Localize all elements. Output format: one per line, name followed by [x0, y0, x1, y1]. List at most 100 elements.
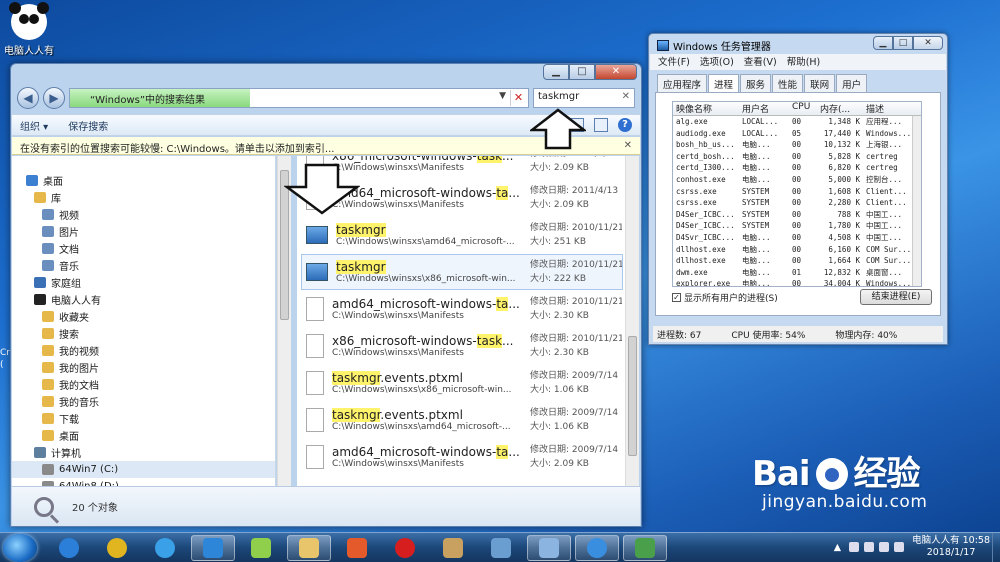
search-result-item[interactable]: taskmgr C:\Windows\winsxs\amd64_microsoft…: [301, 217, 623, 253]
column-header[interactable]: 用户名: [739, 102, 789, 115]
process-row[interactable]: D4Svr_ICBC... 电脑... 00 4,508 K 中国工...: [673, 232, 921, 244]
nav-item[interactable]: 文档: [12, 240, 275, 257]
close-button[interactable]: ✕: [595, 64, 637, 80]
menu-item[interactable]: 文件(F): [658, 54, 690, 70]
ime-icon[interactable]: [894, 542, 905, 552]
taskbar-s-app-button[interactable]: [191, 534, 235, 561]
search-result-item[interactable]: taskmgr.events.ptxml C:\Windows\winsxs\x8…: [301, 365, 623, 401]
search-result-item[interactable]: x86_microsoft-windows-task... C:\Windows\…: [301, 328, 623, 364]
nav-item[interactable]: 电脑人人有: [12, 291, 275, 308]
network-icon[interactable]: [864, 542, 875, 552]
minimize-button[interactable]: ▁: [873, 36, 893, 50]
close-infobar-icon[interactable]: ✕: [624, 140, 632, 151]
tab-5[interactable]: 用户: [836, 74, 868, 92]
menu-item[interactable]: 查看(V): [744, 54, 777, 70]
process-row[interactable]: certd_bosh... 电脑... 00 5,828 K certreg: [673, 151, 921, 163]
tab-1[interactable]: 进程: [708, 74, 740, 92]
maximize-button[interactable]: □: [893, 36, 913, 50]
nav-item[interactable]: 音乐: [12, 257, 275, 274]
address-bar[interactable]: “Windows”中的搜索结果 ▼ ✕: [69, 88, 529, 108]
taskbar-explorer-button[interactable]: [287, 534, 331, 561]
tab-3[interactable]: 性能: [772, 74, 804, 92]
search-result-item[interactable]: taskmgr C:\Windows\winsxs\x86_microsoft-w…: [301, 254, 623, 290]
nav-item[interactable]: 我的文档: [12, 376, 275, 393]
nav-item[interactable]: 视频: [12, 206, 275, 223]
preview-pane-icon[interactable]: [594, 118, 608, 132]
results-scrollbar[interactable]: [625, 156, 639, 486]
nav-item[interactable]: 下载: [12, 410, 275, 427]
task-manager-window[interactable]: Windows 任务管理器 ▁ □ ✕ 文件(F) 选项(O) 查看(V) 帮助(H)…: [648, 33, 948, 345]
search-result-item[interactable]: amd64_microsoft-windows-ta... C:\Windows\…: [301, 291, 623, 327]
minimize-button[interactable]: ▁: [543, 64, 569, 80]
nav-item[interactable]: 收藏夹: [12, 308, 275, 325]
organize-button[interactable]: 组织 ▾: [20, 118, 48, 133]
process-table-scrollbar[interactable]: [912, 116, 921, 286]
process-row[interactable]: explorer.exe 电脑... 00 34,004 K Windows...: [673, 278, 921, 286]
close-button[interactable]: ✕: [913, 36, 943, 50]
column-header[interactable]: 内存(...: [817, 102, 863, 115]
stop-search-icon[interactable]: ✕: [510, 90, 526, 106]
search-result-item[interactable]: taskmgr.events.ptxml C:\Windows\winsxs\am…: [301, 402, 623, 438]
clear-search-icon[interactable]: ✕: [622, 91, 630, 102]
taskbar-chrome-button[interactable]: [95, 535, 139, 561]
scrollbar-thumb[interactable]: [628, 336, 637, 456]
process-row[interactable]: D4Ser_ICBC... SYSTEM 00 788 K 中国工...: [673, 209, 921, 221]
nav-item[interactable]: 我的图片: [12, 359, 275, 376]
nav-item[interactable]: 计算机: [12, 444, 275, 461]
start-button[interactable]: [3, 533, 37, 562]
taskbar-cloud-button[interactable]: [143, 535, 187, 561]
process-row[interactable]: bosh_hb_us... 电脑... 00 10,132 K 上海银...: [673, 139, 921, 151]
maximize-button[interactable]: □: [569, 64, 595, 80]
process-row[interactable]: alg.exe LOCAL... 00 1,348 K 应用程...: [673, 116, 921, 128]
tab-4[interactable]: 联网: [804, 74, 836, 92]
process-row[interactable]: dllhost.exe 电脑... 00 6,160 K COM Sur...: [673, 244, 921, 256]
process-table[interactable]: 映像名称 用户名 CPU 内存(... 描述 alg.exe LOCAL... 00 1,34…: [672, 101, 922, 287]
nav-item[interactable]: 64Win7 (C:): [12, 461, 275, 478]
nav-item[interactable]: 64Win8 (D:): [12, 478, 275, 486]
column-header[interactable]: CPU: [789, 102, 817, 115]
chevron-up-icon[interactable]: ▲: [834, 542, 841, 553]
checkbox-checked-icon[interactable]: ✓: [672, 293, 681, 302]
process-row[interactable]: csrss.exe SYSTEM 00 2,280 K Client...: [673, 197, 921, 209]
taskbar-network-button[interactable]: [479, 535, 523, 561]
process-row[interactable]: D4Ser_ICBC... SYSTEM 00 1,780 K 中国工...: [673, 220, 921, 232]
help-icon[interactable]: ?: [618, 118, 632, 132]
save-search-button[interactable]: 保存搜索: [68, 118, 108, 133]
show-all-users-checkbox[interactable]: ✓ 显示所有用户的进程(S): [672, 291, 778, 304]
process-row[interactable]: csrss.exe SYSTEM 00 1,608 K Client...: [673, 186, 921, 198]
taskbar-paint-button[interactable]: [431, 535, 475, 561]
nav-item[interactable]: 桌面: [12, 427, 275, 444]
nav-item[interactable]: 库: [12, 189, 275, 206]
nav-item[interactable]: 图片: [12, 223, 275, 240]
process-row[interactable]: conhost.exe 电脑... 00 5,000 K 控制台...: [673, 174, 921, 186]
tab-0[interactable]: 应用程序: [657, 74, 708, 92]
column-header[interactable]: 描述: [863, 102, 911, 115]
taskbar-chess-button[interactable]: [383, 535, 427, 561]
process-row[interactable]: dllhost.exe 电脑... 00 1,664 K COM Sur...: [673, 255, 921, 267]
taskbar-folder-app-button[interactable]: [239, 535, 283, 561]
taskbar-media-center-button[interactable]: [575, 534, 619, 561]
search-input[interactable]: taskmgr ✕: [533, 88, 635, 108]
nav-item[interactable]: 我的音乐: [12, 393, 275, 410]
end-process-button[interactable]: 结束进程(E): [860, 289, 932, 305]
nav-item[interactable]: 桌面: [12, 172, 275, 189]
volume-icon[interactable]: [879, 542, 890, 552]
tab-2[interactable]: 服务: [740, 74, 772, 92]
nav-item[interactable]: 家庭组: [12, 274, 275, 291]
process-row[interactable]: audiodg.exe LOCAL... 05 17,440 K Windows...: [673, 128, 921, 140]
back-button[interactable]: ◀: [17, 87, 39, 109]
flag-icon[interactable]: [849, 542, 860, 552]
taskbar-ie-button[interactable]: [47, 535, 91, 561]
menu-item[interactable]: 帮助(H): [787, 54, 821, 70]
nav-item[interactable]: 搜索: [12, 325, 275, 342]
taskbar-taskmgr-button[interactable]: [623, 534, 667, 561]
taskbar-media-button[interactable]: [335, 535, 379, 561]
desktop-icon-pcrenrenyou[interactable]: 电脑人人有: [4, 2, 54, 57]
column-header[interactable]: 映像名称: [673, 102, 739, 115]
clock[interactable]: 电脑人人有 10:58 2018/1/17: [912, 535, 990, 559]
process-row[interactable]: certd_I300... 电脑... 00 6,820 K certreg: [673, 162, 921, 174]
show-desktop-button[interactable]: [992, 533, 1000, 562]
menu-item[interactable]: 选项(O): [700, 54, 734, 70]
chevron-down-icon[interactable]: ▼: [499, 91, 506, 101]
nav-item[interactable]: 我的视频: [12, 342, 275, 359]
